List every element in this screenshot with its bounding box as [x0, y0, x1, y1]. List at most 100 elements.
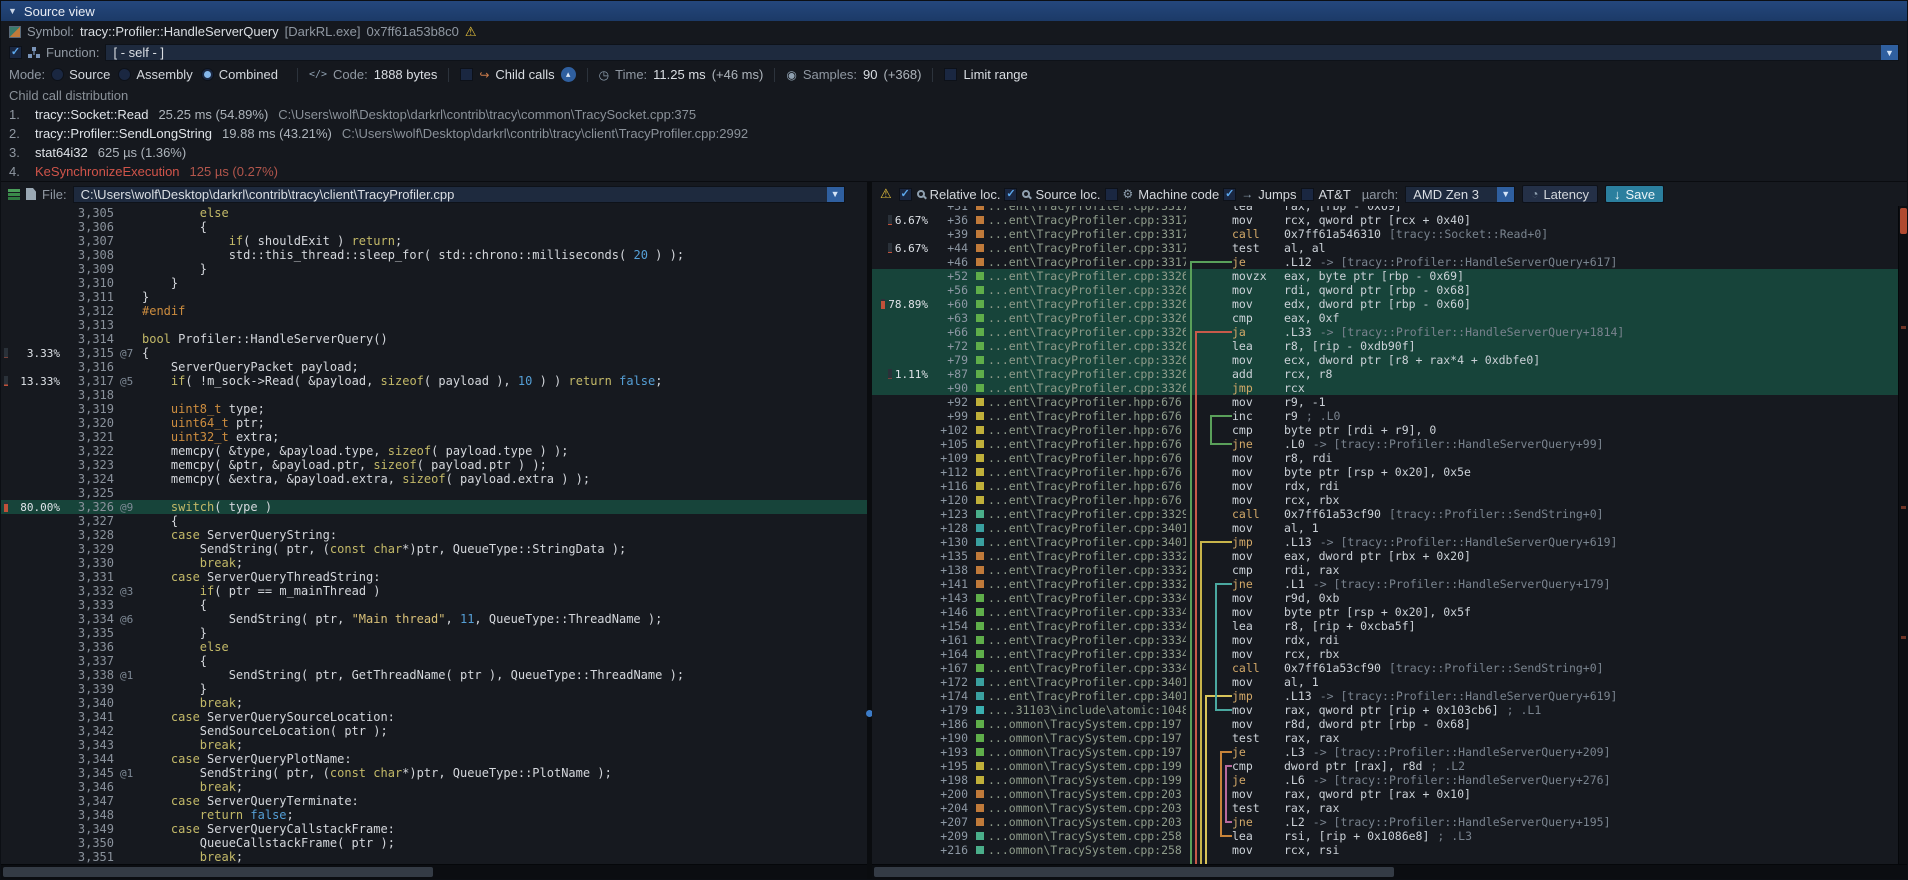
assembly-horizontal-scrollbar[interactable] — [872, 864, 1907, 879]
source-line[interactable]: 3,346 break; — [1, 780, 867, 794]
asm-line[interactable]: +102...ent\TracyProfiler.hpp:676cmpbyte … — [872, 423, 1907, 437]
chevron-down-icon[interactable]: ▼ — [1881, 45, 1898, 60]
asm-line[interactable]: +123...ent\TracyProfiler.cpp:3329call0x7… — [872, 507, 1907, 521]
asm-line[interactable]: +198...ommon\TracySystem.cpp:199je.L6-> … — [872, 773, 1907, 787]
collapse-icon[interactable]: ▼ — [8, 6, 17, 16]
asm-line[interactable]: +143...ent\TracyProfiler.cpp:3334movr9d,… — [872, 591, 1907, 605]
asm-line[interactable]: +105...ent\TracyProfiler.hpp:676jne.L0->… — [872, 437, 1907, 451]
chevron-down-icon[interactable]: ▼ — [1497, 187, 1514, 202]
toggle-relative-loc[interactable]: Relative loc. — [899, 187, 1001, 202]
source-line[interactable]: 3,340 break; — [1, 696, 867, 710]
source-line[interactable]: 3,319 uint8_t type; — [1, 402, 867, 416]
toggle-jumps[interactable]: →Jumps — [1223, 187, 1296, 202]
asm-line[interactable]: +92...ent\TracyProfiler.hpp:676movr9, -1 — [872, 395, 1907, 409]
asm-line[interactable]: +204...ommon\TracySystem.cpp:203testrax,… — [872, 801, 1907, 815]
asm-line[interactable]: 78.89%+60...ent\TracyProfiler.cpp:3326mo… — [872, 297, 1907, 311]
source-line[interactable]: 3,325 — [1, 486, 867, 500]
source-line[interactable]: 3,318 — [1, 388, 867, 402]
asm-line[interactable]: +209...ommon\TracySystem.cpp:258learsi, … — [872, 829, 1907, 843]
source-line[interactable]: 13.33%3,317@5 if( !m_sock->Read( &payloa… — [1, 374, 867, 388]
asm-line[interactable]: +39...ent\TracyProfiler.cpp:3317call0x7f… — [872, 227, 1907, 241]
scrollbar-thumb[interactable] — [1900, 208, 1907, 234]
mode-radio-source[interactable]: Source — [51, 67, 110, 82]
source-line[interactable]: 3,336 else — [1, 640, 867, 654]
asm-line[interactable]: +72...ent\TracyProfiler.cpp:3326lear8, [… — [872, 339, 1907, 353]
asm-line[interactable]: +99...ent\TracyProfiler.hpp:676incr9; .L… — [872, 409, 1907, 423]
source-line[interactable]: 3,327 { — [1, 514, 867, 528]
asm-line[interactable]: 6.67%+36...ent\TracyProfiler.cpp:3317mov… — [872, 213, 1907, 227]
source-line[interactable]: 3,348 return false; — [1, 808, 867, 822]
source-line[interactable]: 3,333 { — [1, 598, 867, 612]
source-horizontal-scrollbar[interactable] — [1, 864, 867, 879]
limit-range-checkbox[interactable] — [944, 68, 957, 81]
source-line[interactable]: 3,339 } — [1, 682, 867, 696]
source-line[interactable]: 3.33%3,315@7{ — [1, 346, 867, 360]
child-call-item[interactable]: 1.tracy::Socket::Read25.25 ms (54.89%)C:… — [1, 105, 1907, 124]
save-button[interactable]: ↓ Save — [1605, 185, 1664, 203]
source-loc-checkbox[interactable] — [1004, 188, 1017, 201]
asm-line[interactable]: +31...ent\TracyProfiler.cpp:3317learax, … — [872, 206, 1907, 213]
toggle-source-loc[interactable]: Source loc. — [1004, 187, 1100, 202]
machine-code-checkbox[interactable] — [1105, 188, 1118, 201]
source-line[interactable]: 3,347 case ServerQueryTerminate: — [1, 794, 867, 808]
source-line[interactable]: 3,309 } — [1, 262, 867, 276]
source-line[interactable]: 3,332@3 if( ptr == m_mainThread ) — [1, 584, 867, 598]
asm-line[interactable]: +130...ent\TracyProfiler.cpp:3401jmp.L13… — [872, 535, 1907, 549]
asm-line[interactable]: +195...ommon\TracySystem.cpp:199cmpdword… — [872, 759, 1907, 773]
source-line[interactable]: 3,316 ServerQueryPacket payload; — [1, 360, 867, 374]
asm-line[interactable]: +161...ent\TracyProfiler.cpp:3334movrdx,… — [872, 633, 1907, 647]
asm-line[interactable]: +66...ent\TracyProfiler.cpp:3326ja.L33->… — [872, 325, 1907, 339]
asm-line[interactable]: +120...ent\TracyProfiler.hpp:676movrcx, … — [872, 493, 1907, 507]
source-line[interactable]: 3,305 else — [1, 206, 867, 220]
asm-line[interactable]: 1.11%+87...ent\TracyProfiler.cpp:3326add… — [872, 367, 1907, 381]
source-line[interactable]: 3,307 if( shouldExit ) return; — [1, 234, 867, 248]
source-line[interactable]: 3,335 } — [1, 626, 867, 640]
mode-radio-combined[interactable]: Combined — [201, 67, 278, 82]
source-line[interactable]: 3,308 std::this_thread::sleep_for( std::… — [1, 248, 867, 262]
source-line[interactable]: 3,313 — [1, 318, 867, 332]
source-line[interactable]: 3,343 break; — [1, 738, 867, 752]
at-t-checkbox[interactable] — [1301, 188, 1314, 201]
asm-line[interactable]: +216...ommon\TracySystem.cpp:258movrcx, … — [872, 843, 1907, 857]
asm-line[interactable]: +63...ent\TracyProfiler.cpp:3326cmpeax, … — [872, 311, 1907, 325]
asm-line[interactable]: 6.67%+44...ent\TracyProfiler.cpp:3317tes… — [872, 241, 1907, 255]
asm-line[interactable]: +193...ommon\TracySystem.cpp:197je.L3-> … — [872, 745, 1907, 759]
source-line[interactable]: 3,312#endif — [1, 304, 867, 318]
source-line[interactable]: 3,334@6 SendString( ptr, "Main thread", … — [1, 612, 867, 626]
source-line[interactable]: 80.00%3,326@9 switch( type ) — [1, 500, 867, 514]
source-line[interactable]: 3,351 break; — [1, 850, 867, 864]
asm-line[interactable]: +109...ent\TracyProfiler.hpp:676movr8, r… — [872, 451, 1907, 465]
asm-line[interactable]: +141...ent\TracyProfiler.cpp:3332jne.L1-… — [872, 577, 1907, 591]
asm-line[interactable]: +52...ent\TracyProfiler.cpp:3326movzxeax… — [872, 269, 1907, 283]
source-line[interactable]: 3,337 { — [1, 654, 867, 668]
function-select[interactable]: [ - self - ] ▼ — [105, 44, 1899, 61]
source-line[interactable]: 3,341 case ServerQuerySourceLocation: — [1, 710, 867, 724]
source-line[interactable]: 3,331 case ServerQueryThreadString: — [1, 570, 867, 584]
assembly-vertical-scrollbar[interactable] — [1898, 206, 1907, 864]
asm-line[interactable]: +164...ent\TracyProfiler.cpp:3334movrcx,… — [872, 647, 1907, 661]
asm-line[interactable]: +116...ent\TracyProfiler.hpp:676movrdx, … — [872, 479, 1907, 493]
asm-line[interactable]: +207...ommon\TracySystem.cpp:203jne.L2->… — [872, 815, 1907, 829]
asm-line[interactable]: +135...ent\TracyProfiler.cpp:3332moveax,… — [872, 549, 1907, 563]
child-call-item[interactable]: 2.tracy::Profiler::SendLongString19.88 m… — [1, 124, 1907, 143]
asm-line[interactable]: +90...ent\TracyProfiler.cpp:3326jmprcx — [872, 381, 1907, 395]
asm-line[interactable]: +172...ent\TracyProfiler.cpp:3401moval, … — [872, 675, 1907, 689]
jumps-checkbox[interactable] — [1223, 188, 1236, 201]
asm-line[interactable]: +128...ent\TracyProfiler.cpp:3401moval, … — [872, 521, 1907, 535]
chevron-down-icon[interactable]: ▼ — [827, 187, 844, 202]
function-checkbox[interactable] — [9, 46, 22, 59]
scrollbar-thumb[interactable] — [874, 867, 1394, 877]
asm-line[interactable]: +200...ommon\TracySystem.cpp:203movrax, … — [872, 787, 1907, 801]
asm-line[interactable]: +174...ent\TracyProfiler.cpp:3401jmp.L13… — [872, 689, 1907, 703]
toggle-machine-code[interactable]: ⚙Machine code — [1105, 187, 1220, 202]
source-line[interactable]: 3,324 memcpy( &extra, &payload.extra, si… — [1, 472, 867, 486]
asm-line[interactable]: +190...ommon\TracySystem.cpp:197testrax,… — [872, 731, 1907, 745]
latency-button[interactable]: ◔ Latency — [1522, 185, 1598, 203]
source-line[interactable]: 3,344 case ServerQueryPlotName: — [1, 752, 867, 766]
source-line[interactable]: 3,345@1 SendString( ptr, (const char*)pt… — [1, 766, 867, 780]
asm-line[interactable]: +112...ent\TracyProfiler.hpp:676movbyte … — [872, 465, 1907, 479]
asm-line[interactable]: +46...ent\TracyProfiler.cpp:3317je.L12->… — [872, 255, 1907, 269]
asm-line[interactable]: +179....31103\include\atomic:1048movrax,… — [872, 703, 1907, 717]
source-line[interactable]: 3,329 SendString( ptr, (const char*)ptr,… — [1, 542, 867, 556]
source-line[interactable]: 3,306 { — [1, 220, 867, 234]
